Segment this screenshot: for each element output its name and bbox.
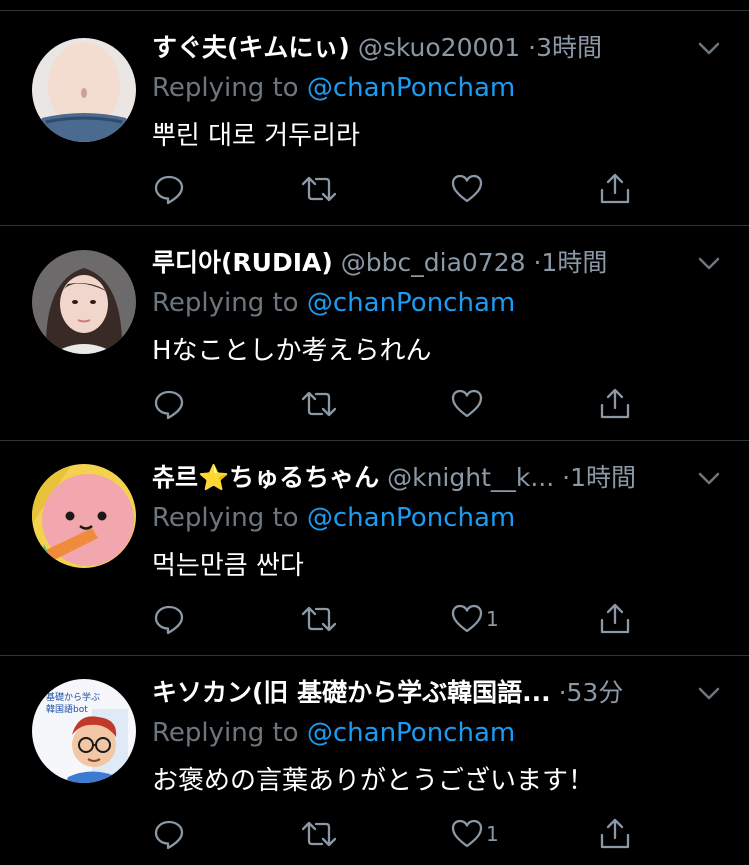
timestamp[interactable]: 1時間 (541, 248, 607, 277)
avatar[interactable]: 基礎から学ぶ 韓国語bot (32, 679, 136, 783)
avatar-text: 基礎から学ぶ (46, 691, 100, 703)
tweet-item[interactable]: 루디아(RUDIA) @bbc_dia0728 ·1時間 Replying to… (0, 226, 749, 441)
avatar-text: 韓国語bot (46, 703, 88, 715)
heart-icon (451, 604, 483, 633)
tweet-text: 먹는만큼 싼다 (152, 551, 304, 581)
avatar-illustration-icon: 基礎から学ぶ 韓国語bot (32, 679, 136, 783)
reply-button[interactable] (152, 384, 186, 424)
tweet-text: Hなことしか考えられん (152, 336, 432, 366)
replying-to-line: Replying to @chanPoncham (152, 71, 515, 105)
heart-icon (451, 174, 483, 203)
mention-link[interactable]: @chanPoncham (307, 73, 515, 103)
replying-to-line: Replying to @chanPoncham (152, 501, 515, 535)
tweet-header: 츄르⭐ちゅるちゃん @knight__k... ·1時間 (152, 461, 682, 495)
heart-icon (451, 819, 483, 848)
mention-link[interactable]: @chanPoncham (307, 503, 515, 533)
tweet-actions (152, 169, 652, 209)
replying-to-line: Replying to @chanPoncham (152, 716, 515, 750)
share-icon (600, 603, 630, 634)
share-button[interactable] (598, 384, 632, 424)
display-name[interactable]: 루디아(RUDIA) (152, 248, 333, 277)
tweet-header: すぐ夫(キムにぃ) @skuo20001 ·3時間 (152, 31, 682, 65)
like-button[interactable] (450, 169, 486, 209)
tweet-actions (152, 384, 652, 424)
separator: · (528, 33, 537, 62)
retweet-button[interactable] (300, 599, 338, 639)
handle[interactable]: @knight__k... (387, 463, 554, 492)
retweet-icon (301, 606, 337, 632)
avatar[interactable] (32, 250, 136, 354)
retweet-icon (301, 176, 337, 202)
mention-link[interactable]: @chanPoncham (307, 288, 515, 318)
separator: · (562, 463, 571, 492)
avatar-photo-midriff-icon (32, 38, 136, 142)
mention-link[interactable]: @chanPoncham (307, 718, 515, 748)
display-name[interactable]: キソカン(旧 基礎から学ぶ韓国語... (152, 678, 551, 707)
replying-label: Replying to (152, 73, 299, 103)
tweet-text: お褒めの言葉ありがとうございます！ (152, 766, 595, 796)
timestamp[interactable]: 1時間 (570, 463, 636, 492)
replying-to-line: Replying to @chanPoncham (152, 286, 515, 320)
like-count: 1 (486, 822, 499, 846)
timestamp[interactable]: 53分 (567, 678, 624, 707)
share-icon (600, 818, 630, 849)
reply-button[interactable] (152, 169, 186, 209)
chevron-down-icon[interactable] (694, 248, 724, 278)
retweet-button[interactable] (300, 384, 338, 424)
share-icon (600, 173, 630, 204)
handle[interactable]: @bbc_dia0728 (341, 248, 526, 277)
heart-icon (451, 389, 483, 418)
handle[interactable]: @skuo20001 (358, 33, 520, 62)
chevron-down-icon[interactable] (694, 678, 724, 708)
share-icon (600, 388, 630, 419)
avatar-photo-portrait-icon (32, 250, 136, 354)
reply-icon (154, 175, 184, 205)
avatar-pink-character-icon (32, 464, 136, 568)
timestamp[interactable]: 3時間 (536, 33, 602, 62)
display-name[interactable]: すぐ夫(キムにぃ) (152, 33, 350, 62)
tweet-actions: 1 (152, 599, 652, 639)
share-button[interactable] (598, 169, 632, 209)
reply-icon (154, 820, 184, 850)
like-button[interactable]: 1 (450, 599, 499, 639)
tweet-header: キソカン(旧 基礎から学ぶ韓国語... ·53分 (152, 676, 682, 710)
tweet-header: 루디아(RUDIA) @bbc_dia0728 ·1時間 (152, 246, 682, 280)
replying-label: Replying to (152, 288, 299, 318)
tweet-actions: 1 (152, 814, 652, 854)
display-name[interactable]: 츄르⭐ちゅるちゃん (152, 463, 379, 492)
reply-icon (154, 605, 184, 635)
tweet-item[interactable]: 츄르⭐ちゅるちゃん @knight__k... ·1時間 Replying to… (0, 441, 749, 656)
tweet-text: 뿌린 대로 거두리라 (152, 121, 360, 151)
reply-button[interactable] (152, 599, 186, 639)
retweet-button[interactable] (300, 169, 338, 209)
retweet-button[interactable] (300, 814, 338, 854)
replying-label: Replying to (152, 718, 299, 748)
reply-button[interactable] (152, 814, 186, 854)
share-button[interactable] (598, 814, 632, 854)
retweet-icon (301, 391, 337, 417)
replying-label: Replying to (152, 503, 299, 533)
avatar[interactable] (32, 38, 136, 142)
share-button[interactable] (598, 599, 632, 639)
tweet-item[interactable]: すぐ夫(キムにぃ) @skuo20001 ·3時間 Replying to @c… (0, 11, 749, 226)
reply-icon (154, 390, 184, 420)
chevron-down-icon[interactable] (694, 33, 724, 63)
like-button[interactable] (450, 384, 486, 424)
like-button[interactable]: 1 (450, 814, 499, 854)
avatar[interactable] (32, 464, 136, 568)
retweet-icon (301, 821, 337, 847)
tweet-item[interactable]: 基礎から学ぶ 韓国語bot キソカン(旧 基礎から学ぶ韓国語... ·53分 R… (0, 656, 749, 865)
like-count: 1 (486, 607, 499, 631)
chevron-down-icon[interactable] (694, 463, 724, 493)
separator: · (558, 678, 567, 707)
